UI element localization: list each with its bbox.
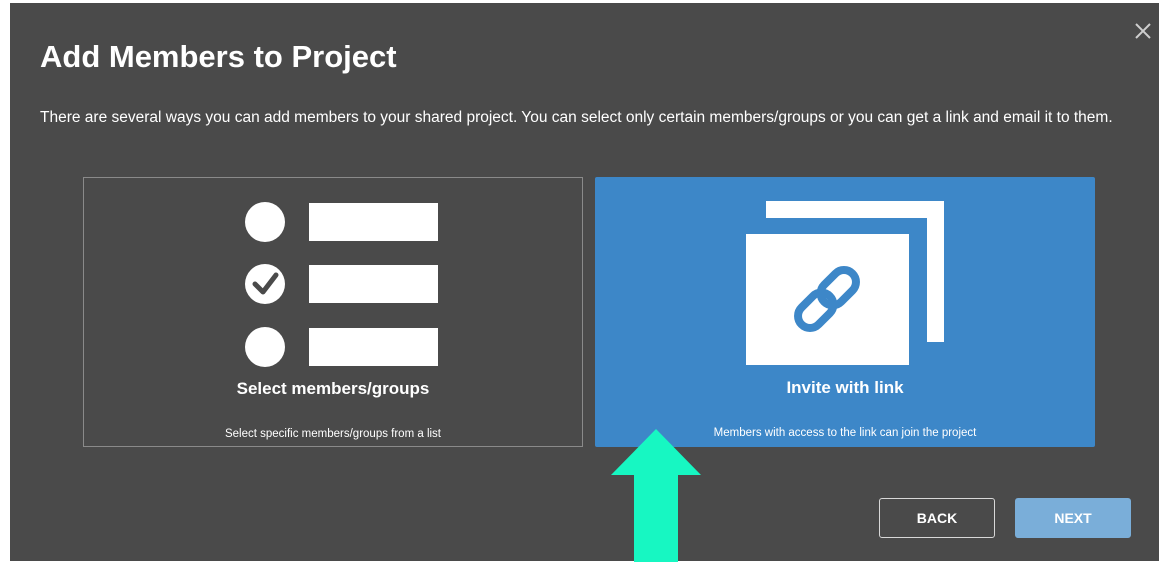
dialog-title: Add Members to Project [40, 39, 397, 74]
up-arrow-annotation-icon [611, 429, 701, 562]
option-select-members[interactable]: Select members/groups Select specific me… [83, 177, 583, 447]
close-icon[interactable] [1133, 21, 1153, 41]
list-selection-icon [245, 202, 438, 367]
option-label: Select members/groups [236, 379, 430, 398]
option-sublabel: Select specific members/groups from a li… [224, 428, 442, 440]
dialog-description: There are several ways you can add membe… [40, 109, 1113, 126]
option-invite-with-link[interactable]: Invite with link Members with access to … [595, 177, 1095, 447]
next-button[interactable]: NEXT [1015, 498, 1131, 538]
add-members-dialog: Add Members to Project There are several… [10, 3, 1159, 562]
link-icon [746, 201, 944, 365]
option-label: Invite with link [786, 378, 904, 397]
back-button[interactable]: BACK [879, 498, 995, 538]
